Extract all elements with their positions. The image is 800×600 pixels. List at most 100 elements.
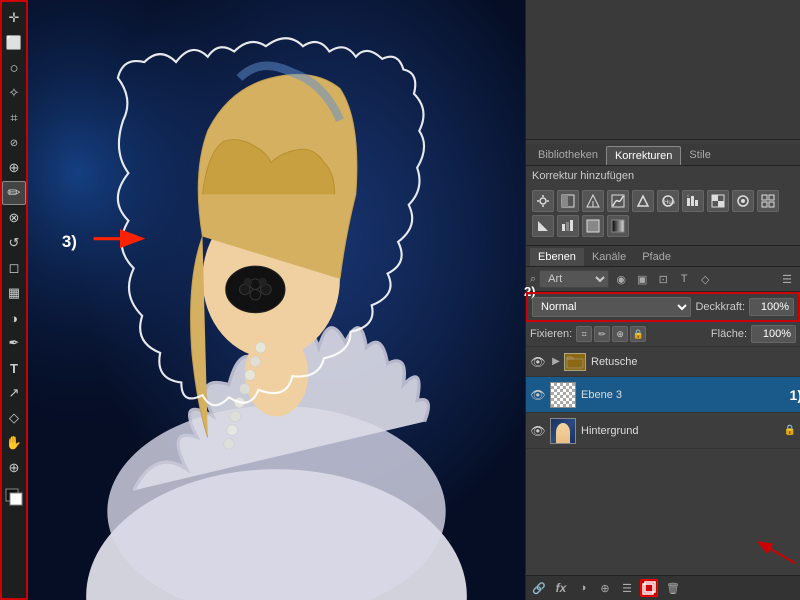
triangle-correction-icon[interactable] xyxy=(632,190,654,212)
fill-label: Fläche: xyxy=(711,328,747,340)
channel-mixer-icon[interactable] xyxy=(757,190,779,212)
layer-group-name-retusche: Retusche xyxy=(591,356,796,368)
move-tool[interactable]: ✛ xyxy=(2,6,26,30)
colorbalance-correction-icon[interactable]: ♯ xyxy=(682,190,704,212)
fix-transform-icon[interactable]: ⊕ xyxy=(612,326,628,342)
step1-label: 1) xyxy=(790,387,800,403)
fix-icons: ⌗ ✏ ⊕ 🔒 xyxy=(576,326,646,342)
exposure-icon[interactable] xyxy=(532,215,554,237)
eye-icon-hintergrund[interactable]: 👁 xyxy=(530,423,546,439)
corrections-icon-grid: Hue ♯ xyxy=(526,186,800,241)
lasso-tool[interactable]: ○ xyxy=(2,56,26,80)
layer-name-hintergrund: Hintergrund xyxy=(581,425,784,437)
text-tool[interactable]: T xyxy=(2,356,26,380)
clone-stamp-tool[interactable]: ⊗ xyxy=(2,206,26,230)
tab-korrekturen[interactable]: Korrekturen xyxy=(606,146,681,165)
layer-filter-toggle[interactable]: ◉ xyxy=(612,270,630,288)
pen-tool[interactable]: ✒ xyxy=(2,331,26,355)
solid-color-icon[interactable] xyxy=(582,215,604,237)
svg-text:♯: ♯ xyxy=(687,194,689,198)
group-arrow-retusche[interactable]: ▶ xyxy=(550,356,562,368)
blackwhite-correction-icon[interactable] xyxy=(707,190,729,212)
layer-shape-icon[interactable]: ◇ xyxy=(696,270,714,288)
delete-layer-icon[interactable]: 🗑 xyxy=(664,579,682,597)
main-toolbar: ✛ ⬜ ○ ✧ ⌗ ⊘ ⊕ ✏ ⊗ ↺ ◻ ▦ ◑ ✒ T ↗ ◇ ✋ ⊕ xyxy=(0,0,28,600)
folder-icon-retusche xyxy=(564,353,586,371)
tab-pfade[interactable]: Pfade xyxy=(634,248,679,266)
layer-item-hintergrund[interactable]: 👁 Hintergrund 🔒 xyxy=(526,413,800,449)
levels-correction-icon[interactable] xyxy=(582,190,604,212)
crop-tool[interactable]: ⌗ xyxy=(2,106,26,130)
dodge-tool[interactable]: ◑ xyxy=(2,306,26,330)
brightness-correction-icon[interactable] xyxy=(532,190,554,212)
new-layer-icon[interactable] xyxy=(640,579,658,597)
fix-brush-icon[interactable]: ✏ xyxy=(594,326,610,342)
tab-kanaele[interactable]: Kanäle xyxy=(584,248,634,266)
layer-adjust-icon[interactable]: ⊡ xyxy=(654,270,672,288)
layers-tabs: Ebenen Kanäle Pfade xyxy=(526,246,800,267)
zoom-tool[interactable]: ⊕ xyxy=(2,456,26,480)
new-group-icon[interactable]: ☰ xyxy=(618,579,636,597)
layer-name-ebene3: Ebene 3 xyxy=(581,389,796,401)
fix-label: Fixieren: xyxy=(530,328,572,340)
layer-type-icon[interactable]: T xyxy=(675,270,693,288)
vibrance-icon[interactable] xyxy=(557,215,579,237)
shape-tool[interactable]: ◇ xyxy=(2,406,26,430)
photo-filter-icon[interactable] xyxy=(732,190,754,212)
photo-background: 3) xyxy=(28,0,525,600)
corrections-tabs: Bibliotheken Korrekturen Stile xyxy=(526,144,800,166)
layer-effects-icon[interactable]: fx xyxy=(552,579,570,597)
top-gray-panel xyxy=(526,0,800,140)
corrections-title: Korrektur hinzufügen xyxy=(526,166,800,186)
layers-bottom-bar: 🔗 fx ◑ ⊕ ☰ 🗑 xyxy=(526,575,800,600)
fix-position-icon[interactable]: ⌗ xyxy=(576,326,592,342)
curves-correction-icon[interactable] xyxy=(607,190,629,212)
layer-options-icon[interactable]: ☰ xyxy=(778,270,796,288)
layer-item-ebene3[interactable]: 👁 Ebene 3 1) xyxy=(526,377,800,413)
brush-tool[interactable]: ✏ xyxy=(2,181,26,205)
eye-icon-ebene3[interactable]: 👁 xyxy=(530,387,546,403)
layer-filter-dropdown[interactable]: Art xyxy=(539,270,609,288)
lock-icon-hintergrund: 🔒 xyxy=(784,425,796,436)
gradient-tool[interactable]: ▦ xyxy=(2,281,26,305)
layer-pixel-icon[interactable]: ▣ xyxy=(633,270,651,288)
blend-mode-dropdown[interactable]: Normal xyxy=(532,297,691,317)
rectangle-select-tool[interactable]: ⬜ xyxy=(2,31,26,55)
hsl-correction-icon[interactable]: Hue xyxy=(657,190,679,212)
magic-wand-tool[interactable]: ✧ xyxy=(2,81,26,105)
eyedropper-tool[interactable]: ⊘ xyxy=(2,131,26,155)
right-panel: Bibliotheken Korrekturen Stile Korrektur… xyxy=(525,0,800,600)
link-layers-icon[interactable]: 🔗 xyxy=(530,579,548,597)
hand-tool[interactable]: ✋ xyxy=(2,431,26,455)
spot-heal-tool[interactable]: ⊕ xyxy=(2,156,26,180)
fix-fill-row: Fixieren: ⌗ ✏ ⊕ 🔒 Fläche: 100% xyxy=(526,322,800,347)
svg-text:Hue: Hue xyxy=(664,200,675,206)
eraser-tool[interactable]: ◻ xyxy=(2,256,26,280)
layers-panel: Ebenen Kanäle Pfade ⌕ Art ◉ ▣ ⊡ T ◇ ☰ 2)… xyxy=(526,246,800,600)
canvas-area: 3) xyxy=(28,0,525,600)
thumb-hintergrund xyxy=(550,418,576,444)
fix-lock-icon[interactable]: 🔒 xyxy=(630,326,646,342)
path-select-tool[interactable]: ↗ xyxy=(2,381,26,405)
tab-stile[interactable]: Stile xyxy=(681,146,718,165)
thumb-ebene3 xyxy=(550,382,576,408)
new-adjustment-icon[interactable]: ⊕ xyxy=(596,579,614,597)
history-brush-tool[interactable]: ↺ xyxy=(2,231,26,255)
eye-icon-retusche[interactable]: 👁 xyxy=(530,354,546,370)
foreground-bg-tool[interactable] xyxy=(2,485,26,509)
tab-bibliotheken[interactable]: Bibliotheken xyxy=(530,146,606,165)
contrast-correction-icon[interactable] xyxy=(557,190,579,212)
opacity-value[interactable]: 100% xyxy=(749,298,794,316)
add-mask-icon[interactable]: ◑ xyxy=(574,579,592,597)
canvas-image: 3) xyxy=(28,0,525,600)
layers-toolbar: ⌕ Art ◉ ▣ ⊡ T ◇ ☰ xyxy=(526,267,800,292)
svg-text:3): 3) xyxy=(62,232,77,251)
blend-mode-row: Normal Deckkraft: 100% xyxy=(526,292,800,322)
tab-ebenen[interactable]: Ebenen xyxy=(530,248,584,266)
corrections-panel: Bibliotheken Korrekturen Stile Korrektur… xyxy=(526,140,800,246)
fill-value[interactable]: 100% xyxy=(751,325,796,343)
gradient-fill-icon[interactable] xyxy=(607,215,629,237)
layer-group-retusche[interactable]: 👁 ▶ Retusche xyxy=(526,347,800,377)
opacity-label: Deckkraft: xyxy=(695,301,745,313)
blend-mode-row-wrapper: 2) Normal Deckkraft: 100% xyxy=(526,292,800,322)
